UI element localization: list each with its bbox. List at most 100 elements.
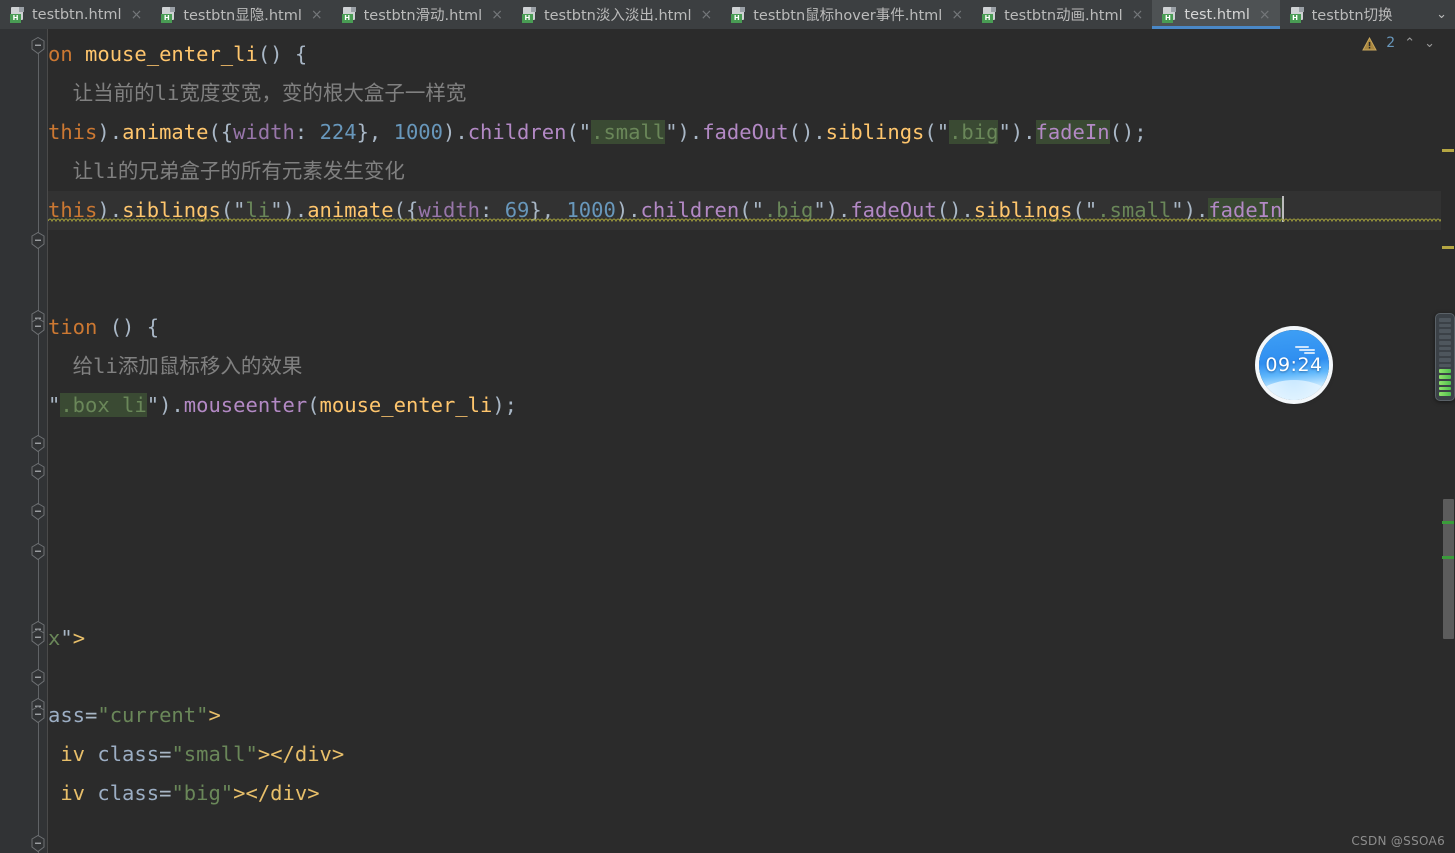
code-token: ).	[97, 120, 123, 144]
code-token: tion	[48, 315, 98, 339]
code-token: ass	[48, 703, 86, 727]
editor-fold-gutter[interactable]	[24, 29, 48, 853]
code-token: "small"	[171, 742, 258, 766]
fold-toggle-icon[interactable]	[30, 835, 46, 853]
fold-toggle-icon[interactable]	[30, 318, 46, 336]
editor-tab-2[interactable]: Htestbtn滑动.html ×	[331, 0, 512, 29]
code-token: "big"	[171, 781, 234, 805]
code-token: .small	[591, 120, 666, 144]
editor-gutter[interactable]	[0, 29, 24, 853]
html-file-icon: H	[1289, 6, 1305, 23]
inspection-warning-count: 2	[1386, 35, 1396, 51]
code-line[interactable]: this).siblings("li").animate({width: 69}…	[48, 191, 1285, 230]
code-line[interactable]: 让当前的li宽度变宽，变的根大盒子一样宽	[48, 74, 467, 113]
code-token: siblings	[825, 120, 925, 144]
code-line[interactable]: iv class="big"></div>	[48, 774, 319, 813]
code-token: 224	[319, 120, 357, 144]
battery-cell	[1439, 375, 1451, 379]
battery-cell	[1439, 363, 1451, 368]
code-token: () {	[257, 42, 308, 66]
editor-tab-label: test.html	[1184, 6, 1250, 23]
editor-tab-3[interactable]: Htestbtn淡入淡出.html ×	[511, 0, 722, 29]
code-token: "	[60, 626, 73, 650]
close-icon[interactable]: ×	[489, 8, 503, 22]
scrollbar-marker-ok[interactable]	[1442, 521, 1454, 524]
code-editor[interactable]: on mouse_enter_li() { 让当前的li宽度变宽，变的根大盒子一…	[0, 29, 1455, 853]
code-token: .big	[949, 120, 999, 144]
close-icon[interactable]: ×	[309, 8, 323, 22]
battery-cell	[1439, 392, 1451, 396]
scrollbar-thumb[interactable]	[1443, 499, 1454, 639]
editor-tab-7[interactable]: Htestbtn切换	[1279, 0, 1402, 29]
battery-cell	[1439, 369, 1451, 374]
fold-toggle-icon[interactable]	[30, 232, 46, 250]
editor-scrollbar[interactable]	[1441, 29, 1455, 853]
code-line[interactable]: ".box li").mouseenter(mouse_enter_li);	[48, 386, 517, 425]
battery-cell	[1439, 335, 1451, 339]
battery-cell	[1439, 340, 1451, 345]
fold-toggle-icon[interactable]	[30, 629, 46, 647]
fold-toggle-icon[interactable]	[30, 669, 46, 687]
code-token: ").	[146, 393, 184, 417]
code-token: animate	[122, 120, 209, 144]
code-line[interactable]: this).animate({width: 224}, 1000).childr…	[48, 113, 1147, 152]
code-line[interactable]: iv class="small"></div>	[48, 735, 344, 774]
fold-toggle-icon[interactable]	[30, 37, 46, 55]
editor-tab-label: testbtn动画.html	[1004, 8, 1123, 24]
scrollbar-marker-warn[interactable]	[1442, 149, 1454, 152]
scrollbar-marker-ok[interactable]	[1442, 556, 1454, 559]
editor-tab-label: testbtn淡入淡出.html	[543, 8, 692, 24]
fold-toggle-icon[interactable]	[30, 463, 46, 481]
code-token: },	[356, 120, 394, 144]
weather-clock-icon[interactable]: 09:24	[1259, 330, 1329, 400]
chevron-down-icon[interactable]: ⌄	[1424, 37, 1435, 50]
close-icon[interactable]: ×	[949, 8, 963, 22]
battery-cell	[1439, 323, 1451, 328]
code-token: ();	[1109, 120, 1147, 144]
code-line[interactable]: 给li添加鼠标移入的效果	[48, 347, 303, 386]
code-token: 1000	[393, 120, 443, 144]
code-token: mouse_enter_li	[85, 42, 258, 66]
close-icon[interactable]: ×	[129, 8, 143, 22]
fold-toggle-icon[interactable]	[30, 706, 46, 724]
code-token: 让当前的li宽度变宽，变的根大盒子一样宽	[48, 81, 467, 105]
code-line[interactable]: tion () {	[48, 308, 159, 347]
code-content[interactable]: on mouse_enter_li() { 让当前的li宽度变宽，变的根大盒子一…	[48, 29, 1455, 853]
editor-tab-5[interactable]: Htestbtn动画.html ×	[972, 0, 1153, 29]
code-token: "	[48, 393, 61, 417]
code-token: (	[307, 393, 320, 417]
battery-cell	[1439, 352, 1451, 356]
code-line[interactable]: x">	[48, 619, 85, 658]
html-file-icon: H	[10, 6, 25, 23]
battery-level-icon[interactable]	[1435, 313, 1455, 401]
battery-cell	[1439, 329, 1451, 334]
fold-toggle-icon[interactable]	[30, 435, 46, 453]
editor-tab-6[interactable]: Htest.html ×	[1152, 0, 1280, 29]
fold-toggle-icon[interactable]	[30, 503, 46, 521]
editor-tab-1[interactable]: Htestbtn显隐.html ×	[151, 0, 332, 29]
code-token: iv	[48, 781, 86, 805]
inspection-widget[interactable]: 2 ⌃ ⌄	[1356, 29, 1441, 57]
editor-tab-label: testbtn鼠标hover事件.html	[753, 8, 943, 24]
fold-toggle-icon[interactable]	[30, 543, 46, 561]
chevron-down-icon[interactable]: ⌄	[1428, 0, 1455, 29]
close-icon[interactable]: ×	[1130, 8, 1144, 22]
code-token: on	[48, 42, 86, 66]
editor-tab-0[interactable]: Htestbtn.html ×	[0, 0, 152, 29]
editor-tab-4[interactable]: Htestbtn鼠标hover事件.html ×	[721, 0, 973, 29]
code-line[interactable]: ass="current">	[48, 696, 221, 735]
code-token: =	[159, 781, 172, 805]
error-squiggle	[48, 218, 1455, 222]
battery-cell	[1439, 386, 1451, 391]
warning-triangle-icon	[1362, 36, 1378, 51]
chevron-up-icon[interactable]: ⌃	[1404, 37, 1415, 50]
code-token: );	[492, 393, 518, 417]
editor-tab-label: testbtn切换	[1311, 8, 1393, 24]
code-token: >	[208, 703, 221, 727]
scrollbar-marker-warn[interactable]	[1442, 246, 1454, 249]
close-icon[interactable]: ×	[699, 8, 713, 22]
code-line[interactable]: on mouse_enter_li() {	[48, 35, 307, 74]
close-icon[interactable]: ×	[1257, 8, 1271, 22]
code-line[interactable]: 让li的兄弟盒子的所有元素发生变化	[48, 152, 405, 191]
code-token: class	[85, 742, 160, 766]
